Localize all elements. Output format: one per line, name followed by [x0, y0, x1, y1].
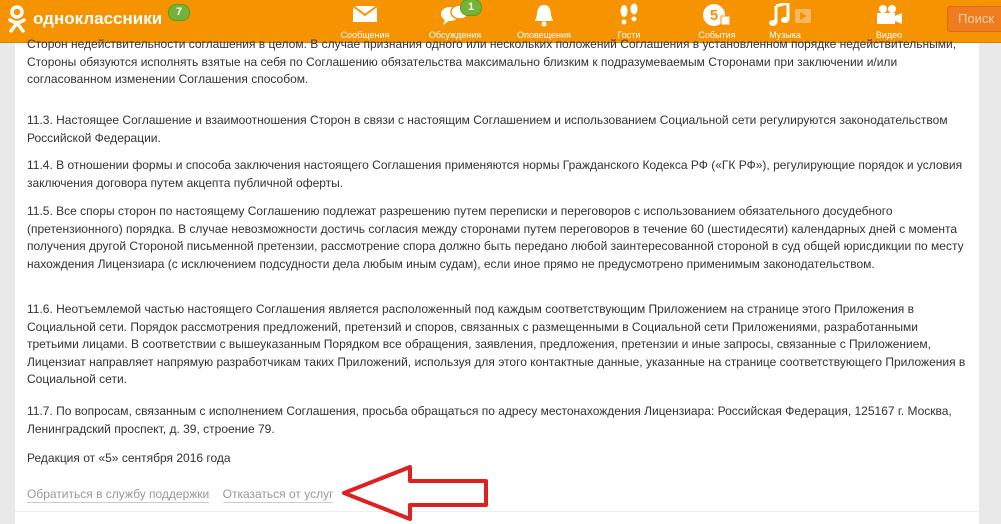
footer-links: Обратиться в службу поддержки Отказаться…: [27, 487, 343, 503]
agreement-paragraph: 11.4. В отношении формы и способа заключ…: [27, 158, 963, 190]
agreement-paragraph: 11.5. Все споры сторон по настоящему Сог…: [27, 204, 964, 271]
bell-icon: [533, 3, 555, 29]
agreement-paragraph: Сторон недействительности соглашения в ц…: [27, 37, 957, 87]
video-camera-icon: [875, 3, 903, 29]
revision-date: Редакция от «5» сентября 2016 года: [27, 451, 231, 465]
agreement-paragraph: 11.6. Неотъемлемой частью настоящего Сог…: [27, 302, 966, 387]
unsubscribe-link[interactable]: Отказаться от услуг: [222, 487, 334, 503]
brand-badge: 7: [168, 4, 191, 21]
svg-text:5: 5: [710, 7, 718, 24]
agreement-paragraph: 11.3. Настоящее Соглашение и взаимоотнош…: [27, 113, 948, 145]
agreement-paragraph: 11.7. По вопросам, связанным с исполнени…: [27, 404, 952, 436]
agreement-content: Сторон недействительности соглашения в ц…: [15, 37, 979, 524]
support-link[interactable]: Обратиться в службу поддержки: [27, 487, 210, 503]
ok-logo-icon: [8, 5, 26, 33]
search-button[interactable]: Поиск: [947, 6, 1001, 32]
red-arrow-annotation: [342, 465, 488, 521]
footprints-icon: [617, 3, 641, 29]
envelope-icon: [352, 3, 378, 27]
logo[interactable]: одноклассники 7: [8, 4, 191, 33]
nav-badge: 1: [460, 0, 483, 16]
music-note-icon: [767, 1, 813, 31]
events-5-icon: 5: [702, 3, 732, 31]
divider: [15, 511, 979, 512]
brand-name: одноклассники: [33, 9, 163, 28]
